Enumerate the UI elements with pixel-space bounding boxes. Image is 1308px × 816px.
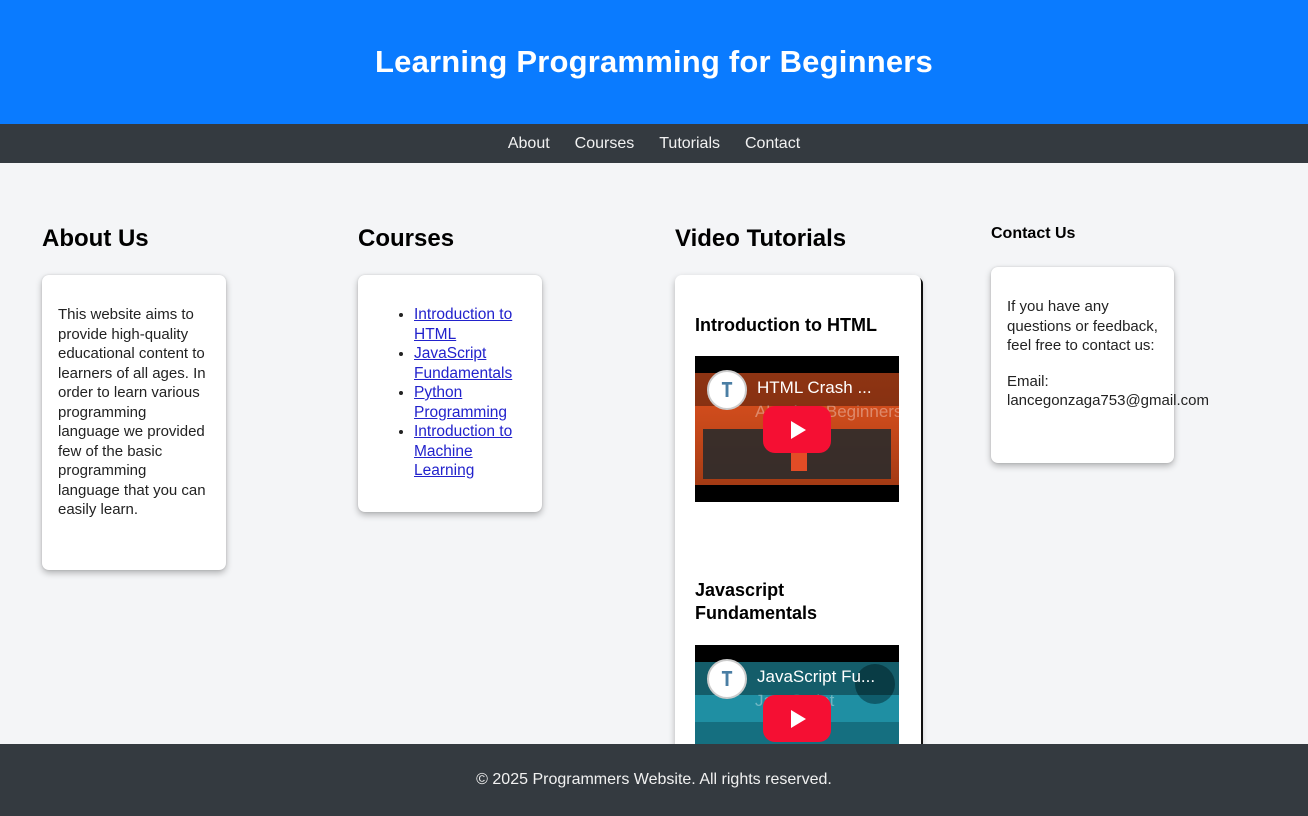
course-item: JavaScript Fundamentals <box>414 344 532 383</box>
videos-section-title: Video Tutorials <box>675 225 847 252</box>
course-link-javascript[interactable]: JavaScript Fundamentals <box>414 345 512 382</box>
course-item: Introduction to Machine Learning <box>414 422 532 481</box>
site-title: Learning Programming for Beginners <box>375 44 933 79</box>
nav-link-contact[interactable]: Contact <box>745 135 800 153</box>
nav-link-tutorials[interactable]: Tutorials <box>659 135 720 153</box>
course-item: Python Programming <box>414 383 532 422</box>
video-player-javascript[interactable]: JavaScript T JavaScript Fu... <box>695 645 899 744</box>
footer-copyright: © 2025 Programmers Website. All rights r… <box>476 771 832 788</box>
play-button-icon[interactable] <box>763 695 831 742</box>
video-title-javascript[interactable]: JavaScript Fu... <box>757 667 875 687</box>
nav-link-about[interactable]: About <box>508 135 550 153</box>
courses-card: Introduction to HTML JavaScript Fundamen… <box>358 275 542 512</box>
video-title-html[interactable]: HTML Crash ... <box>757 378 872 398</box>
video-heading-html: Introduction to HTML <box>695 315 877 335</box>
course-link-python[interactable]: Python Programming <box>414 384 507 421</box>
video-heading-javascript: Javascript Fundamentals <box>695 580 818 623</box>
contact-email[interactable]: lancegonzaga753@gmail.com <box>1007 391 1209 411</box>
channel-avatar-icon[interactable]: T <box>707 370 747 410</box>
play-triangle-icon <box>791 709 806 728</box>
channel-avatar-icon[interactable]: T <box>707 659 747 699</box>
course-link-machine-learning[interactable]: Introduction to Machine Learning <box>414 423 512 479</box>
course-item: Introduction to HTML <box>414 305 532 344</box>
contact-email-label: Email: <box>1007 372 1049 390</box>
about-section-title: About Us <box>42 225 149 252</box>
main-nav: About Courses Tutorials Contact <box>0 124 1308 163</box>
courses-list: Introduction to HTML JavaScript Fundamen… <box>368 305 532 481</box>
contact-card: If you have any questions or feedback, f… <box>991 267 1209 463</box>
site-header: Learning Programming for Beginners <box>0 0 1308 124</box>
courses-section-title: Courses <box>358 225 455 252</box>
video-player-html[interactable]: Absolute Beginners T HTML Crash ... <box>695 356 899 502</box>
main-content: About Us This website aims to provide hi… <box>0 163 1308 744</box>
about-card: This website aims to provide high-qualit… <box>42 275 226 570</box>
about-text: This website aims to provide high-qualit… <box>58 306 206 518</box>
page: Learning Programming for Beginners About… <box>0 0 1308 816</box>
contact-section-title: Contact Us <box>991 225 1076 242</box>
play-triangle-icon <box>791 420 806 439</box>
site-footer: © 2025 Programmers Website. All rights r… <box>0 744 1308 816</box>
contact-intro: If you have any questions or feedback, f… <box>1007 298 1158 354</box>
nav-link-courses[interactable]: Courses <box>575 135 635 153</box>
course-link-html[interactable]: Introduction to HTML <box>414 306 512 343</box>
play-button-icon[interactable] <box>763 406 831 453</box>
videos-card: Introduction to HTML Absolute Beginners <box>675 275 921 744</box>
